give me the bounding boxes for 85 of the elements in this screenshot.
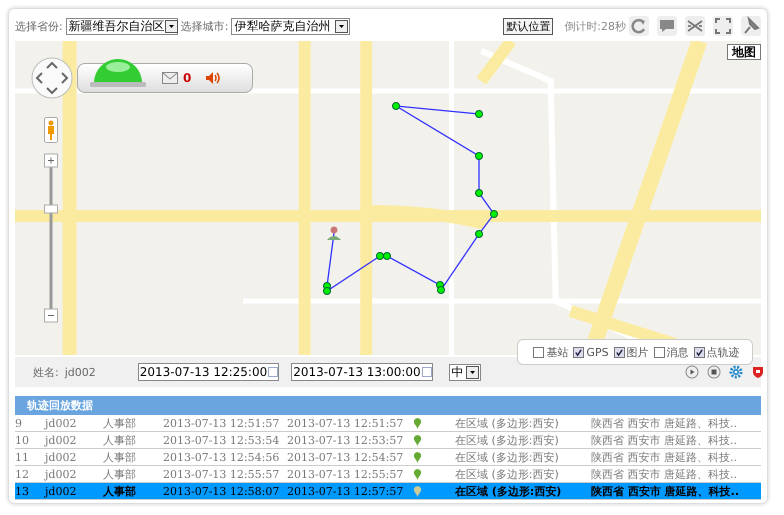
play-icon[interactable] — [685, 365, 699, 379]
caret-icon[interactable] — [466, 366, 479, 378]
layer-label: 图片 — [626, 344, 649, 360]
table-cell-text: jd002 — [45, 416, 78, 430]
location-pin-icon — [413, 416, 422, 430]
table-title: 轨迹回放数据 — [15, 396, 761, 415]
speed-select[interactable]: 中 — [448, 364, 481, 380]
layer-label: GPS — [586, 346, 609, 358]
table-cell-text: 2013-07-13 12:54:57 — [287, 450, 404, 464]
location-pin-icon — [413, 434, 422, 446]
countdown-text: 倒计时:28秒 — [564, 18, 626, 34]
name-label: 姓名: — [33, 364, 59, 380]
table-cell-text: 2013-07-13 12:51:57 — [287, 416, 404, 430]
unread-count: 0 — [183, 71, 192, 85]
mail-icon[interactable] — [162, 72, 178, 84]
shield-icon[interactable] — [751, 365, 765, 379]
layer-checkbox[interactable] — [573, 346, 584, 358]
table-cell-text: 2013-07-13 12:53:54 — [163, 434, 280, 446]
start-time-field[interactable]: 2013-07-13 12:25:00 — [138, 363, 280, 381]
location-pin-icon — [413, 484, 422, 498]
caret-icon[interactable] — [164, 20, 178, 32]
table-cell-text: 2013-07-13 12:58:07 — [163, 484, 280, 498]
speaker-icon[interactable] — [205, 71, 222, 85]
table-cell-text: 人事部 — [103, 466, 137, 482]
layer-label: 消息 — [666, 344, 689, 360]
stop-icon[interactable] — [707, 365, 721, 379]
fullscreen-icon[interactable] — [713, 16, 733, 36]
table-cell-text: 人事部 — [103, 484, 137, 498]
crossed-arrows-icon[interactable] — [685, 16, 705, 36]
table-cell: 陕西省 西安市 唐延路、科技.. — [591, 450, 737, 464]
table-cell-text: 在区域 (多边形:西安) — [455, 466, 560, 482]
pegman-icon[interactable] — [44, 117, 58, 143]
table-cell-text: 11 — [15, 450, 30, 464]
layer-checkbox[interactable] — [654, 346, 665, 358]
city-label: 选择城市: — [180, 18, 228, 34]
pin-icon[interactable] — [741, 16, 761, 36]
table-row[interactable]: 10 jd002 人事部 2013-07-13 12:53:54 2013-07-13 12:53:57 在区域 (多边形:西安) 陕西省 西安市 唐延路、科技.. — [15, 432, 761, 449]
table-cell-text: jd002 — [45, 484, 78, 498]
table-cell-text: 2013-07-13 12:57:57 — [287, 484, 404, 498]
table-cell-text: 人事部 — [103, 432, 137, 448]
layer-checkbox[interactable] — [533, 346, 544, 358]
table-cell: 陕西省 西安市 唐延路、科技.. — [591, 484, 740, 498]
table-cell-text: 2013-07-13 12:53:57 — [287, 434, 404, 446]
table-cell-text: jd002 — [45, 468, 78, 480]
city-select[interactable]: 伊犁哈萨克自治州 — [231, 18, 350, 34]
layer-checkbox[interactable] — [614, 346, 625, 358]
table-row[interactable]: 13 jd002 人事部 2013-07-13 12:58:07 2013-07-13 12:57:57 在区域 (多边形:西安) 陕西省 西安市 唐延路、科技.. — [15, 483, 761, 500]
table-cell-text: 2013-07-13 12:55:57 — [287, 468, 404, 480]
layer-checkbox[interactable] — [694, 346, 705, 358]
table-cell-text: jd002 — [45, 434, 78, 446]
pan-control[interactable] — [30, 56, 74, 100]
province-label: 选择省份: — [15, 18, 63, 34]
table-cell-text: 10 — [15, 434, 30, 446]
table-cell: 陕西省 西安市 唐延路、科技.. — [591, 466, 737, 482]
province-select[interactable]: 新疆维吾尔自治区 — [66, 18, 178, 34]
location-pin-icon — [413, 468, 422, 480]
table-cell-text: 2013-07-13 12:54:56 — [163, 450, 280, 464]
layer-label: 基站 — [546, 344, 568, 360]
table-cell-text: 人事部 — [103, 450, 137, 464]
table-row[interactable]: 9 jd002 人事部 2013-07-13 12:51:57 2013-07-13 12:51:57 在区域 (多边形:西安) 陕西省 西安市 唐延路、科技.. — [15, 415, 761, 432]
table-cell-text: 13 — [15, 484, 30, 498]
table-cell: 陕西省 西安市 唐延路、科技.. — [591, 416, 737, 430]
table-cell: 陕西省 西安市 唐延路、科技.. — [591, 432, 737, 448]
table-cell-text: 12 — [15, 468, 30, 480]
table-cell-text: 人事部 — [103, 416, 137, 430]
end-time-field[interactable]: 2013-07-13 13:00:00 — [291, 363, 433, 381]
table-cell-text: 2013-07-13 12:51:57 — [163, 416, 280, 430]
layer-label: 点轨迹 — [706, 344, 740, 360]
speech-bubble-icon[interactable] — [657, 16, 677, 36]
table-cell-text: 在区域 (多边形:西安) — [455, 450, 560, 464]
caret-icon[interactable] — [335, 20, 348, 32]
table-cell-text: jd002 — [45, 450, 78, 464]
person-marker-icon — [326, 225, 342, 241]
map-type-button[interactable]: 地图 — [727, 44, 761, 60]
table-cell-text: 在区域 (多边形:西安) — [455, 416, 560, 430]
settings-icon[interactable] — [729, 365, 743, 379]
name-value: jd002 — [64, 366, 96, 378]
table-cell-text: 9 — [15, 416, 23, 430]
table-cell-text: 在区域 (多边形:西安) — [455, 484, 562, 498]
default-position-button[interactable]: 默认位置 — [503, 18, 554, 34]
table-cell-text: 在区域 (多边形:西安) — [455, 432, 560, 448]
table-cell-text: 2013-07-13 12:55:57 — [163, 468, 280, 480]
table-row[interactable]: 11 jd002 人事部 2013-07-13 12:54:56 2013-07-13 12:54:57 在区域 (多边形:西安) 陕西省 西安市 唐延路、科技.. — [15, 449, 761, 466]
location-pin-icon — [413, 450, 422, 464]
refresh-icon[interactable] — [629, 16, 649, 36]
